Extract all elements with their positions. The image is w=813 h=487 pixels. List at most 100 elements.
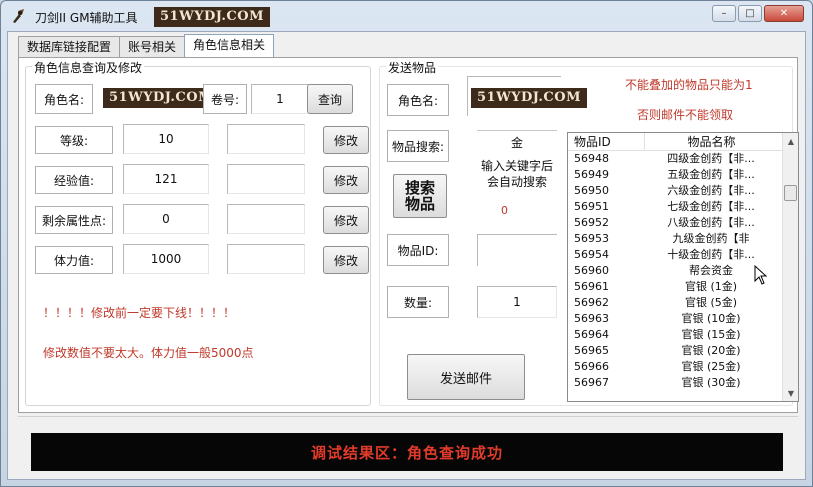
column-header-item-name[interactable]: 物品名称 — [644, 133, 778, 150]
table-row[interactable]: 56967 官银 (30金) — [568, 375, 798, 391]
item-list-scrollbar[interactable]: ▲ ▼ — [782, 133, 798, 401]
mouse-cursor-icon — [754, 265, 768, 285]
item-name-cell: 五级金创药【非... — [667, 168, 755, 181]
item-id-cell: 56962 — [574, 296, 609, 309]
item-name-cell: 七级金创药【非... — [667, 200, 755, 213]
stack-notice: 不能叠加的物品只能为1 — [625, 78, 753, 92]
item-name-cell: 八级金创药【非... — [667, 216, 755, 229]
level-modify-button[interactable]: 修改 — [323, 126, 369, 154]
volume-label: 卷号: — [203, 84, 247, 114]
scroll-up-icon[interactable]: ▲ — [783, 133, 798, 149]
item-id-cell: 56948 — [574, 152, 609, 165]
quantity-input[interactable]: 1 — [477, 286, 557, 318]
client-area: 数据库链接配置 账号相关 角色信息相关 角色信息查询及修改 角色名: 51WYD… — [7, 31, 806, 480]
send-items-group-title: 发送物品 — [386, 59, 439, 76]
attr-points-input[interactable]: 0 — [123, 204, 209, 234]
exp-modify-button[interactable]: 修改 — [323, 166, 369, 194]
stamina-extra-field[interactable] — [227, 244, 305, 274]
table-row[interactable]: 56951 七级金创药【非... — [568, 199, 798, 215]
exp-extra-field[interactable] — [227, 164, 305, 194]
role-query-group-title: 角色信息查询及修改 — [32, 59, 145, 76]
attr-points-label: 剩余属性点: — [35, 206, 113, 234]
item-id-cell: 56954 — [574, 248, 609, 261]
item-name-cell: 官银 (25金) — [681, 360, 741, 373]
item-id-cell: 56966 — [574, 360, 609, 373]
debug-result-area: 调试结果区：角色查询成功 — [31, 433, 783, 471]
tab-role-info[interactable]: 角色信息相关 — [184, 34, 275, 58]
close-button[interactable]: ✕ — [764, 5, 804, 22]
mail-notice: 否则邮件不能领取 — [637, 108, 734, 122]
table-row[interactable]: 56953 九级金创药【非 — [568, 231, 798, 247]
item-name-cell: 十级金创药【非... — [667, 248, 755, 261]
table-row[interactable]: 56952 八级金创药【非... — [568, 215, 798, 231]
role-info-tab-page: 角色信息查询及修改 角色名: 51WYDJ.COM 卷号: 1 查询 等级: 1… — [18, 57, 799, 413]
attr-points-extra-field[interactable] — [227, 204, 305, 234]
query-button[interactable]: 查询 — [307, 84, 353, 114]
tab-strip: 数据库链接配置 账号相关 角色信息相关 — [18, 34, 275, 58]
item-id-cell: 56949 — [574, 168, 609, 181]
stamina-input[interactable]: 1000 — [123, 244, 209, 274]
role-name-label: 角色名: — [35, 84, 93, 114]
tab-database-config[interactable]: 数据库链接配置 — [18, 36, 121, 58]
stamina-modify-button[interactable]: 修改 — [323, 246, 369, 274]
column-header-item-id[interactable]: 物品ID — [568, 133, 644, 150]
table-row[interactable]: 56962 官银 (5金) — [568, 295, 798, 311]
title-watermark: 51WYDJ.COM — [154, 7, 270, 27]
table-row[interactable]: 56966 官银 (25金) — [568, 359, 798, 375]
search-result-count: 0 — [501, 204, 508, 217]
level-extra-field[interactable] — [227, 124, 305, 154]
item-id-cell: 56952 — [574, 216, 609, 229]
swordsman-icon — [13, 9, 24, 23]
offline-warning: ！！！！修改前一定要下线！！！！ — [43, 306, 236, 320]
send-role-name-label: 角色名: — [387, 84, 449, 116]
exp-input[interactable]: 121 — [123, 164, 209, 194]
send-role-name-value[interactable]: 51WYDJ.COM — [471, 88, 587, 108]
scroll-thumb[interactable] — [784, 185, 797, 201]
item-id-cell: 56950 — [574, 184, 609, 197]
level-input[interactable]: 10 — [123, 124, 209, 154]
item-id-cell: 56951 — [574, 200, 609, 213]
item-id-cell: 56953 — [574, 232, 609, 245]
item-name-cell: 官银 (15金) — [681, 328, 741, 341]
table-row[interactable]: 56965 官银 (20金) — [568, 343, 798, 359]
item-name-cell: 四级金创药【非... — [667, 152, 755, 165]
stamina-label: 体力值: — [35, 246, 113, 274]
volume-input[interactable]: 1 — [251, 84, 309, 114]
table-row[interactable]: 56964 官银 (15金) — [568, 327, 798, 343]
item-name-cell: 九级金创药【非 — [672, 232, 750, 245]
item-list-header: 物品ID 物品名称 — [568, 133, 798, 151]
app-window: 刀剑II GM辅助工具 51WYDJ.COM – □ ✕ 数据库链接配置 账号相… — [0, 0, 813, 487]
send-mail-button[interactable]: 发送邮件 — [407, 354, 525, 400]
item-id-cell: 56963 — [574, 312, 609, 325]
table-row[interactable]: 56950 六级金创药【非... — [568, 183, 798, 199]
tab-account[interactable]: 账号相关 — [119, 36, 186, 58]
search-items-button[interactable]: 搜索物品 — [393, 174, 447, 218]
item-id-cell: 56961 — [574, 280, 609, 293]
item-name-cell: 官银 (20金) — [681, 344, 741, 357]
table-row[interactable]: 56954 十级金创药【非... — [568, 247, 798, 263]
attr-points-modify-button[interactable]: 修改 — [323, 206, 369, 234]
table-row[interactable]: 56949 五级金创药【非... — [568, 167, 798, 183]
item-id-cell: 56965 — [574, 344, 609, 357]
item-search-input[interactable]: 金 — [477, 130, 557, 154]
item-id-input[interactable] — [477, 234, 557, 266]
divider — [18, 416, 798, 426]
role-name-value[interactable]: 51WYDJ.COM — [103, 88, 219, 108]
quantity-label: 数量: — [387, 286, 449, 318]
item-search-label: 物品搜索: — [387, 130, 449, 162]
item-id-cell: 56967 — [574, 376, 609, 389]
exp-label: 经验值: — [35, 166, 113, 194]
scroll-down-icon[interactable]: ▼ — [783, 385, 798, 401]
table-row[interactable]: 56948 四级金创药【非... — [568, 151, 798, 167]
window-controls: – □ ✕ — [712, 5, 804, 22]
item-id-label: 物品ID: — [387, 234, 449, 266]
item-name-cell: 官银 (5金) — [684, 296, 738, 309]
item-id-cell: 56964 — [574, 328, 609, 341]
item-id-cell: 56960 — [574, 264, 609, 277]
item-name-cell: 六级金创药【非... — [667, 184, 755, 197]
maximize-button[interactable]: □ — [738, 5, 762, 22]
item-name-cell: 官银 (30金) — [681, 376, 741, 389]
table-row[interactable]: 56963 官银 (10金) — [568, 311, 798, 327]
level-label: 等级: — [35, 126, 113, 154]
minimize-button[interactable]: – — [712, 5, 736, 22]
